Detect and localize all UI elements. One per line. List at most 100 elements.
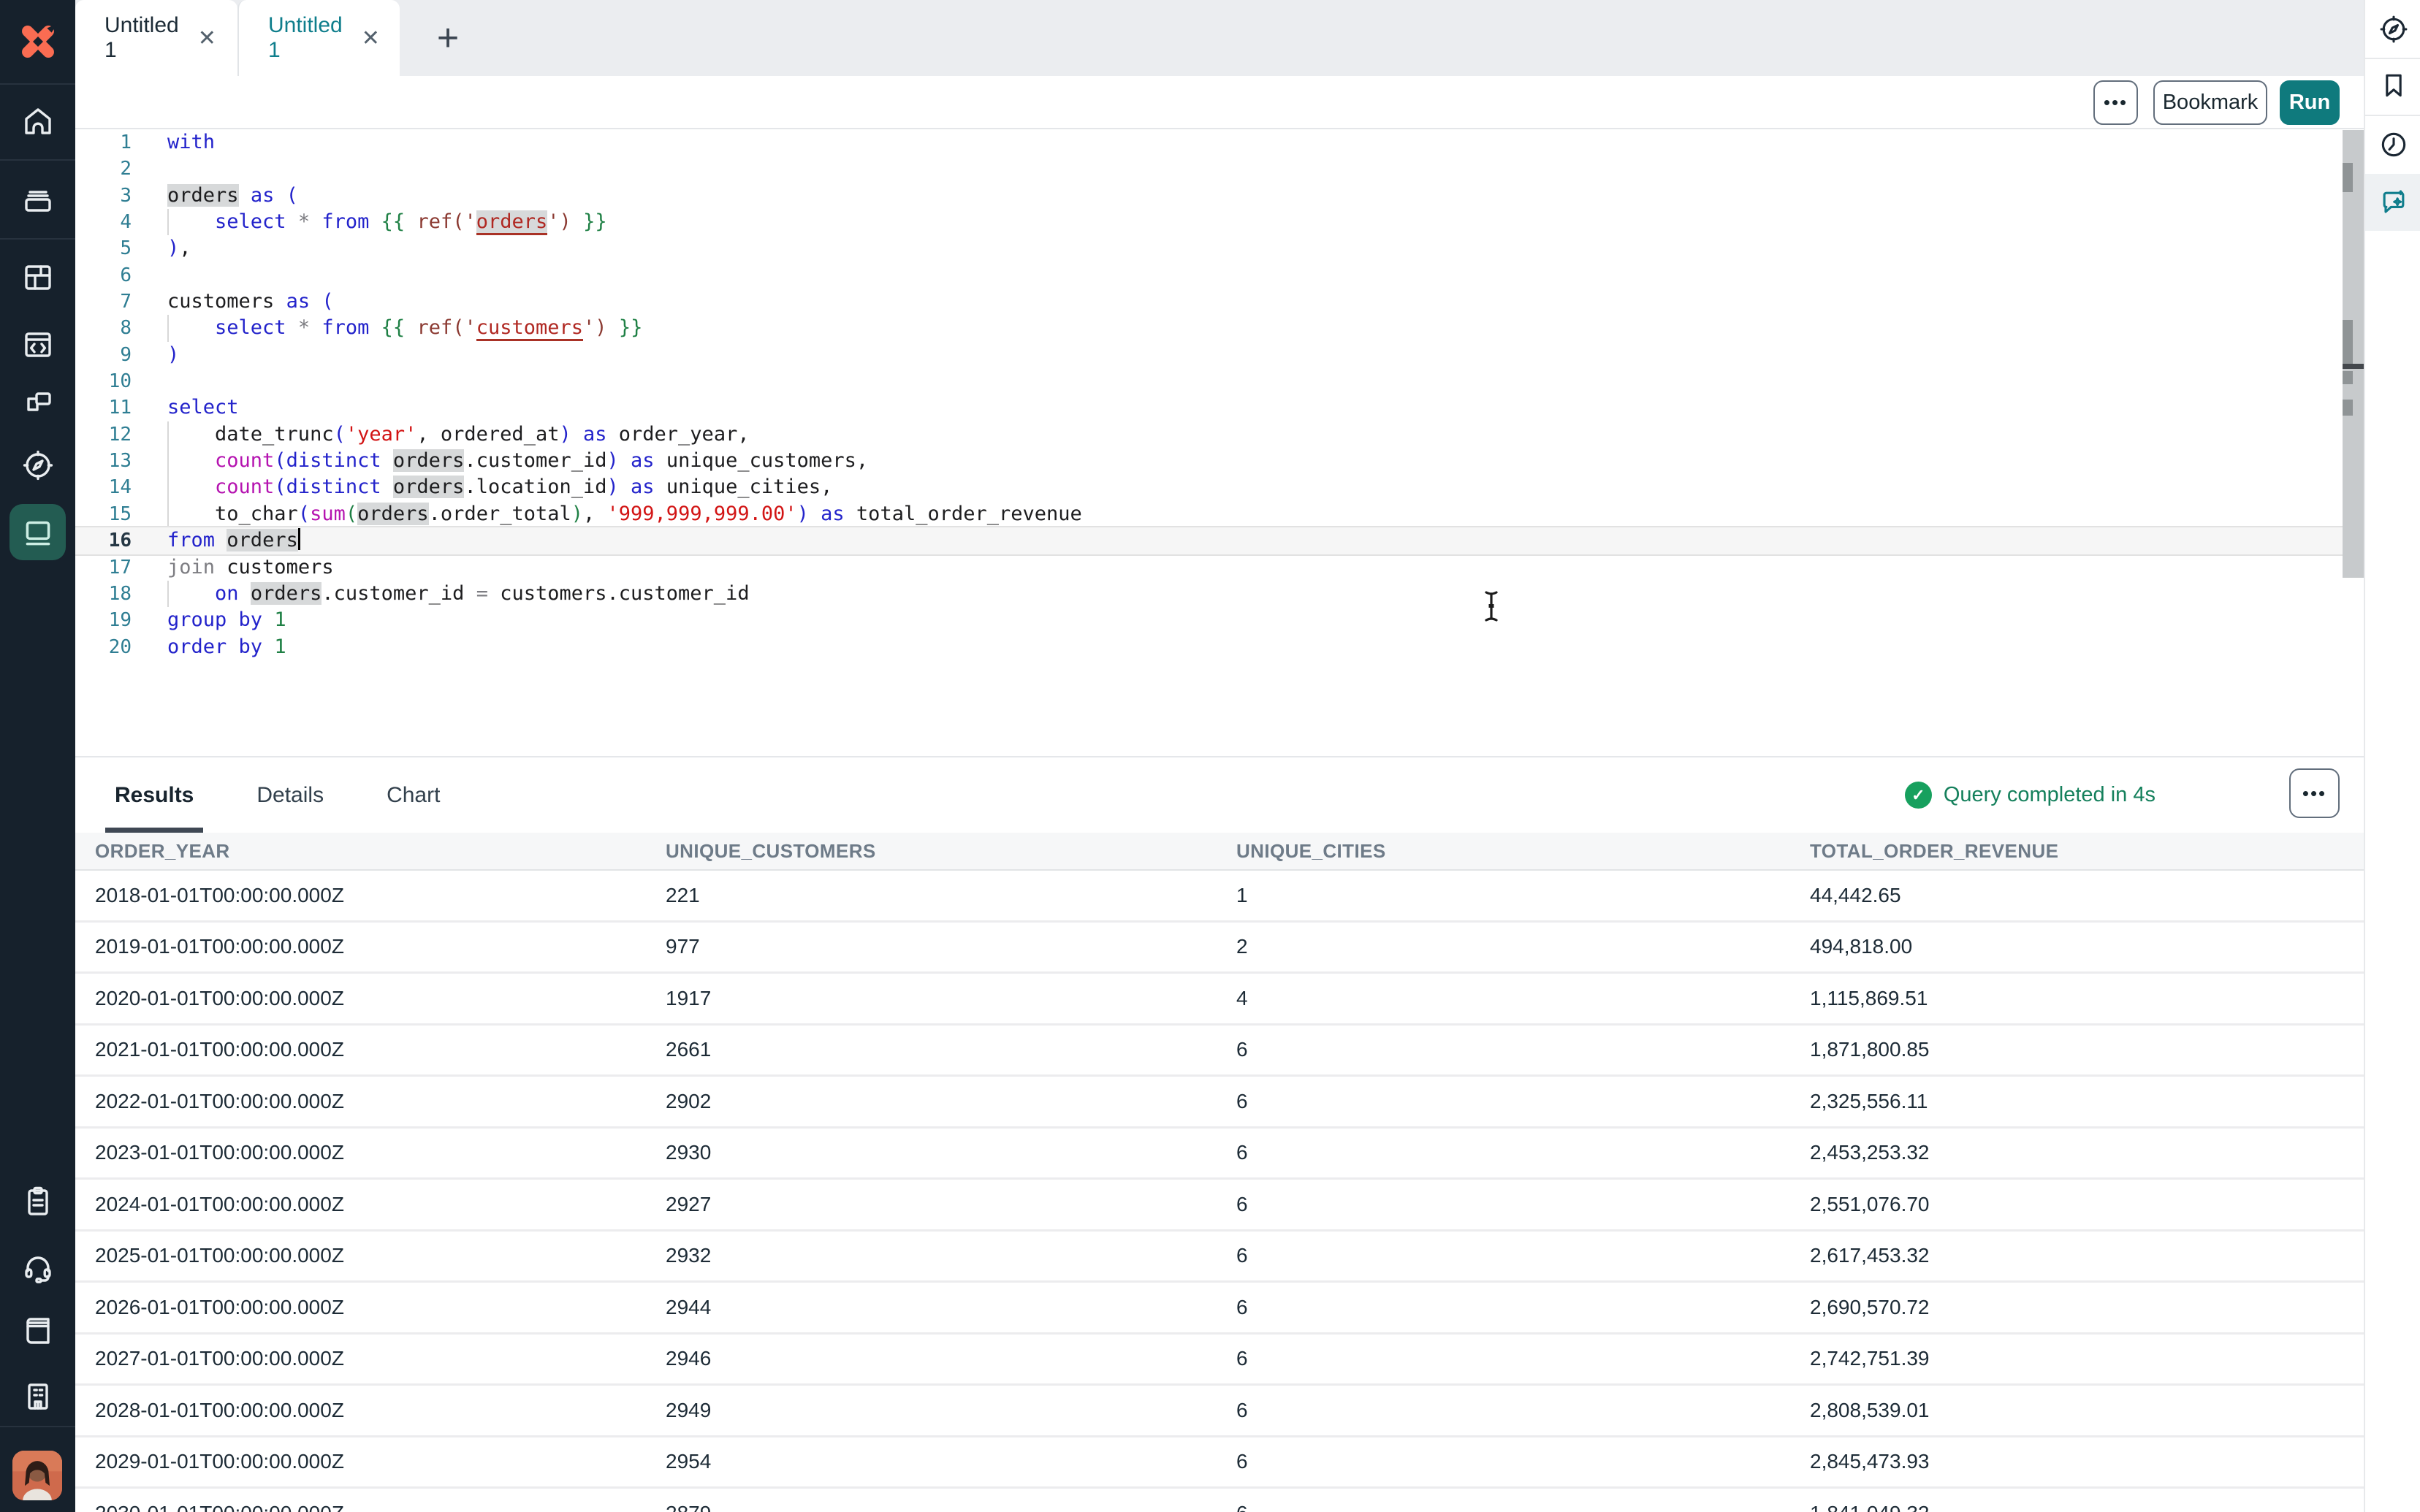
more-options-button[interactable]: ••• (2093, 80, 2138, 125)
sidebar-item-headset[interactable] (0, 1248, 75, 1288)
line-number: 6 (75, 262, 132, 289)
line-number: 8 (75, 315, 132, 341)
table-row[interactable]: 2027-01-01T00:00:00.000Z294662,742,751.3… (75, 1335, 2364, 1386)
close-icon[interactable]: ✕ (362, 26, 380, 51)
app-logo (0, 0, 75, 83)
table-cell: 2029-01-01T00:00:00.000Z (95, 1450, 666, 1473)
code-line-11: 11select (75, 394, 2364, 421)
table-row[interactable]: 2029-01-01T00:00:00.000Z295462,845,473.9… (75, 1437, 2364, 1489)
table-row[interactable]: 2024-01-01T00:00:00.000Z292762,551,076.7… (75, 1180, 2364, 1232)
editor-scrollbar[interactable] (2343, 130, 2364, 578)
sidebar-item-code-window[interactable] (0, 324, 75, 365)
line-number: 19 (75, 607, 132, 633)
line-number: 2 (75, 156, 132, 182)
table-cell: 2 (1236, 935, 1810, 958)
table-cell: 2021-01-01T00:00:00.000Z (95, 1038, 666, 1061)
code-line-14: 14 count(distinct orders.location_id) as… (75, 474, 2364, 500)
column-header-total_order_revenue: TOTAL_ORDER_REVENUE (1810, 840, 2364, 863)
apps-icon (20, 386, 56, 421)
table-row[interactable]: 2018-01-01T00:00:00.000Z221144,442.65 (75, 871, 2364, 923)
line-number: 14 (75, 474, 132, 500)
table-cell: 6 (1236, 1244, 1810, 1267)
code-line-1: 1with (75, 129, 2364, 156)
line-number: 1 (75, 129, 132, 156)
table-cell: 1,115,869.51 (1810, 987, 2364, 1010)
close-icon[interactable]: ✕ (198, 26, 216, 51)
code-line-18: 18 on orders.customer_id = customers.cus… (75, 581, 2364, 607)
results-tab-details[interactable]: Details (247, 757, 333, 833)
table-cell: 2023-01-01T00:00:00.000Z (95, 1141, 666, 1164)
home-icon (20, 104, 56, 139)
sidebar-item-home[interactable] (0, 101, 75, 142)
sidebar-item-clipboard[interactable] (0, 1180, 75, 1221)
right-rail-item-compass[interactable] (2365, 9, 2420, 50)
right-rail-item-bookmark[interactable] (2365, 65, 2420, 106)
results-more-button[interactable]: ••• (2289, 768, 2340, 818)
table-row[interactable]: 2020-01-01T00:00:00.000Z191741,115,869.5… (75, 974, 2364, 1026)
table-cell: 494,818.00 (1810, 935, 2364, 958)
table-cell: 6 (1236, 1038, 1810, 1061)
bookmark-icon (2378, 69, 2410, 102)
sidebar-item-compass[interactable] (0, 445, 75, 486)
dashboard-icon (20, 260, 56, 295)
table-cell: 2930 (666, 1141, 1236, 1164)
table-row[interactable]: 2028-01-01T00:00:00.000Z294962,808,539.0… (75, 1386, 2364, 1437)
book-icon (20, 1313, 56, 1348)
compass-icon (2378, 13, 2410, 45)
table-row[interactable]: 2019-01-01T00:00:00.000Z9772494,818.00 (75, 923, 2364, 974)
table-cell: 2024-01-01T00:00:00.000Z (95, 1193, 666, 1216)
table-cell: 2018-01-01T00:00:00.000Z (95, 884, 666, 907)
tab-label: Untitled 1 (268, 13, 343, 63)
user-avatar[interactable] (12, 1451, 62, 1500)
logo-x-icon (14, 18, 62, 66)
sidebar-item-apps[interactable] (0, 383, 75, 424)
right-rail-item-ai-chat[interactable] (2365, 182, 2420, 223)
line-number: 7 (75, 289, 132, 315)
sidebar-item-book[interactable] (0, 1310, 75, 1351)
table-row[interactable]: 2026-01-01T00:00:00.000Z294462,690,570.7… (75, 1283, 2364, 1335)
table-cell: 977 (666, 935, 1236, 958)
sidebar-item-building[interactable] (0, 1375, 75, 1416)
sidebar-item-terminal[interactable] (9, 504, 66, 560)
table-row[interactable]: 2030-01-01T00:00:00.000Z287961,841,049.3… (75, 1489, 2364, 1512)
table-cell: 2944 (666, 1296, 1236, 1319)
table-cell: 6 (1236, 1090, 1810, 1113)
results-tab-results[interactable]: Results (105, 757, 203, 833)
table-row[interactable]: 2023-01-01T00:00:00.000Z293062,453,253.3… (75, 1129, 2364, 1180)
code-window-icon (20, 327, 56, 362)
run-button[interactable]: Run (2280, 80, 2340, 125)
results-panel: Results Details Chart ✓ Query completed in… (75, 756, 2364, 1512)
table-row[interactable]: 2025-01-01T00:00:00.000Z293262,617,453.3… (75, 1232, 2364, 1283)
editor-tab-2[interactable]: Untitled 1 ✕ (237, 0, 400, 76)
sidebar-item-dashboard[interactable] (0, 257, 75, 298)
line-number: 5 (75, 235, 132, 261)
code-line-4: 4 select * from {{ ref('orders') }} (75, 209, 2364, 235)
editor-tab-1[interactable]: Untitled 1✕ (75, 0, 237, 76)
new-tab-button[interactable]: + (408, 0, 488, 76)
drawer-icon (20, 182, 56, 217)
code-line-17: 17join customers (75, 554, 2364, 581)
code-line-15: 15 to_char(sum(orders.order_total), '999… (75, 501, 2364, 527)
line-number: 20 (75, 634, 132, 660)
table-cell: 2019-01-01T00:00:00.000Z (95, 935, 666, 958)
results-tab-chart[interactable]: Chart (377, 757, 449, 833)
line-number: 12 (75, 421, 132, 448)
query-status: ✓ Query completed in 4s (1905, 757, 2155, 833)
ai-chat-icon (2378, 186, 2410, 218)
sql-editor[interactable]: 1with23orders as (4 select * from {{ ref… (75, 129, 2364, 756)
editor-toolbar: ••• Bookmark Run (75, 76, 2364, 129)
right-rail-item-history[interactable] (2365, 124, 2420, 165)
table-cell: 4 (1236, 987, 1810, 1010)
line-number: 16 (75, 527, 132, 554)
table-row[interactable]: 2021-01-01T00:00:00.000Z266161,871,800.8… (75, 1026, 2364, 1077)
table-cell: 2661 (666, 1038, 1236, 1061)
history-icon (2378, 129, 2410, 161)
table-row[interactable]: 2022-01-01T00:00:00.000Z290262,325,556.1… (75, 1077, 2364, 1129)
bookmark-button[interactable]: Bookmark (2153, 80, 2267, 125)
table-cell: 6 (1236, 1347, 1810, 1370)
line-number: 15 (75, 501, 132, 527)
headset-icon (20, 1251, 56, 1286)
sidebar-divider (0, 1426, 75, 1427)
sidebar-item-drawer[interactable] (0, 179, 75, 220)
query-status-text: Query completed in 4s (1944, 783, 2155, 807)
